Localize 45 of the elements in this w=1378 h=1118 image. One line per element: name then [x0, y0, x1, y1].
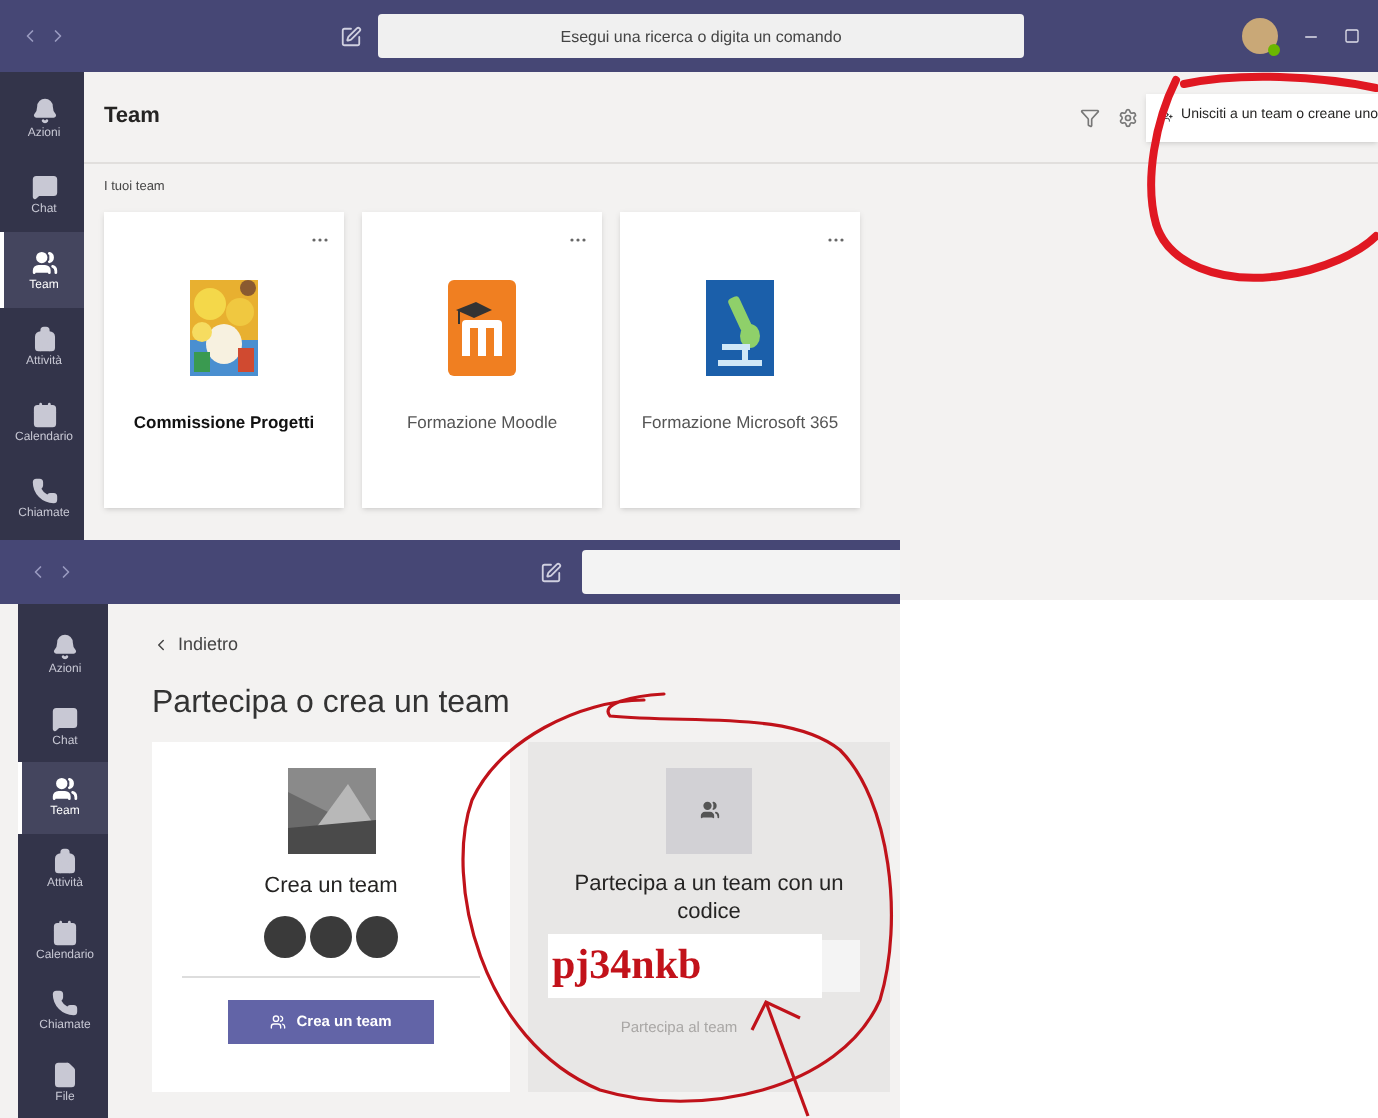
- card-title: Partecipa a un team con un codice: [572, 869, 846, 925]
- team-name: Formazione Microsoft 365: [641, 409, 839, 435]
- phone-icon: [31, 477, 57, 503]
- chat-icon: [52, 705, 78, 732]
- backpack-icon: [31, 325, 57, 351]
- member-avatar: [264, 916, 306, 958]
- code-field[interactable]: [822, 939, 860, 991]
- people-icon: [699, 800, 719, 820]
- code-annotation: pj34nkb: [548, 933, 822, 997]
- people-icon: [52, 776, 78, 803]
- avatar[interactable]: [1242, 18, 1278, 54]
- add-people-icon: [1162, 108, 1174, 126]
- member-avatar: [356, 916, 398, 958]
- calendar-icon: [31, 401, 57, 427]
- phone-icon: [52, 990, 78, 1017]
- team-card[interactable]: Commissione Progetti: [104, 211, 344, 507]
- mortarboard-logo-icon: [448, 279, 516, 375]
- search-field[interactable]: Esegui una ricerca o digita un comando: [378, 14, 1024, 58]
- annotation-arrow: [750, 999, 810, 1117]
- people-icon: [31, 249, 57, 275]
- team-name: Formazione Moodle: [406, 409, 558, 435]
- member-avatar: [310, 916, 352, 958]
- card-title: Crea un team: [264, 871, 398, 901]
- team-card[interactable]: Formazione Microsoft 365: [620, 211, 860, 507]
- compose-icon[interactable]: [340, 25, 362, 47]
- filter-icon[interactable]: [1080, 107, 1100, 127]
- search-field[interactable]: [582, 550, 900, 594]
- chat-icon: [31, 173, 57, 199]
- back-link[interactable]: Indietro: [152, 632, 239, 659]
- file-icon: [52, 1061, 78, 1088]
- microscope-icon: [706, 279, 774, 375]
- page-title: Team: [104, 102, 160, 133]
- bell-icon: [31, 97, 57, 123]
- compose-icon[interactable]: [540, 561, 562, 583]
- settings-icon[interactable]: [1118, 107, 1138, 127]
- page-heading: Partecipa o crea un team: [152, 687, 510, 719]
- team-name: Commissione Progetti: [133, 409, 315, 435]
- team-card[interactable]: Formazione Moodle: [362, 211, 602, 507]
- team-image-icon: [287, 767, 375, 853]
- bell-icon: [52, 634, 78, 661]
- backpack-icon: [52, 848, 78, 875]
- add-people-icon: [270, 1014, 287, 1030]
- restore-icon[interactable]: [1344, 28, 1360, 44]
- calendar-icon: [52, 919, 78, 946]
- chevron-left-icon: [152, 636, 170, 655]
